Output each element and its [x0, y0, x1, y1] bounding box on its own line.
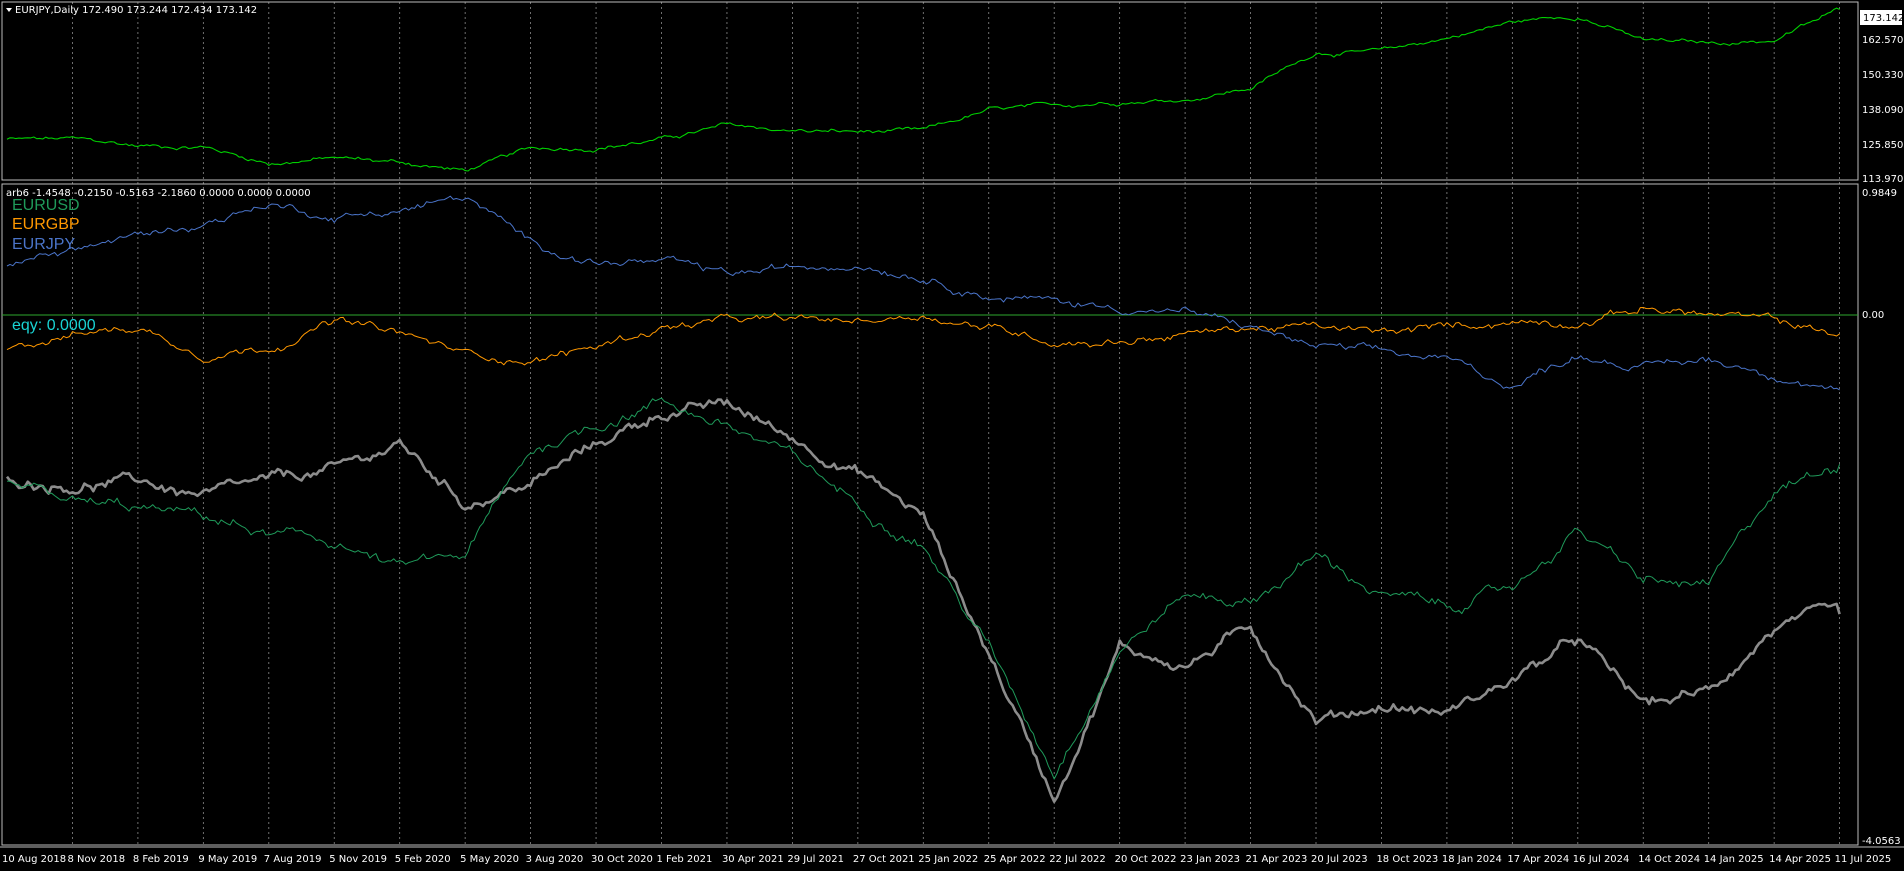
- legend-eurusd: EURUSD: [12, 197, 80, 214]
- price-scale-label: 150.330: [1862, 70, 1903, 81]
- time-axis-label: 20 Oct 2022: [1115, 854, 1177, 865]
- time-axis-label: 3 Aug 2020: [526, 854, 584, 865]
- time-axis-label: 8 Nov 2018: [67, 854, 125, 865]
- legend-eurjpy: EURJPY: [12, 236, 75, 253]
- time-axis-label: 29 Jul 2021: [787, 854, 844, 865]
- indicator-zero-label: 0.00: [1862, 310, 1884, 321]
- price-scale-label: 138.090: [1862, 105, 1903, 116]
- time-axis-label: 14 Apr 2025: [1769, 854, 1831, 865]
- time-axis-label: 27 Oct 2021: [853, 854, 915, 865]
- time-axis-label: 5 Nov 2019: [329, 854, 387, 865]
- time-axis-label: 25 Apr 2022: [984, 854, 1046, 865]
- time-axis-label: 7 Aug 2019: [264, 854, 322, 865]
- time-axis-label: 16 Jul 2024: [1573, 854, 1630, 865]
- legend-eurgbp: EURGBP: [12, 216, 80, 233]
- time-axis-label: 30 Apr 2021: [722, 854, 784, 865]
- time-axis-label: 20 Jul 2023: [1311, 854, 1368, 865]
- main-pane-header: EURJPY,Daily 172.490 173.244 172.434 173…: [15, 5, 257, 16]
- time-axis-label: 22 Jul 2022: [1049, 854, 1106, 865]
- time-axis-label: 5 May 2020: [460, 854, 519, 865]
- time-axis-label: 14 Oct 2024: [1638, 854, 1700, 865]
- indicator-scale-bottom: -4.0563: [1862, 836, 1901, 847]
- last-price-badge-text: 173.142: [1863, 13, 1904, 24]
- time-axis-label: 5 Feb 2020: [395, 854, 451, 865]
- time-axis-label: 21 Apr 2023: [1246, 854, 1308, 865]
- eqy-label: eqy: 0.0000: [12, 317, 96, 334]
- time-axis-label: 30 Oct 2020: [591, 854, 653, 865]
- chart-background: [0, 0, 1904, 871]
- time-axis-label: 18 Jan 2024: [1442, 854, 1502, 865]
- time-axis: 10 Aug 2018 8 Nov 2018 8 Feb 2019 9 May 201…: [2, 854, 1891, 865]
- price-scale-label: 162.570: [1862, 35, 1903, 46]
- time-axis-label: 9 May 2019: [198, 854, 257, 865]
- indicator-scale-top: 0.9849: [1862, 188, 1897, 199]
- chart-window[interactable]: EURJPY,Daily 172.490 173.244 172.434 173…: [0, 0, 1904, 871]
- time-axis-label: 14 Jan 2025: [1704, 854, 1764, 865]
- time-axis-label: 1 Feb 2021: [657, 854, 713, 865]
- time-axis-label: 11 Jul 2025: [1835, 854, 1892, 865]
- time-axis-label: 8 Feb 2019: [133, 854, 189, 865]
- time-axis-label: 10 Aug 2018: [2, 854, 66, 865]
- time-axis-label: 25 Jan 2022: [918, 854, 978, 865]
- time-axis-label: 23 Jan 2023: [1180, 854, 1240, 865]
- price-scale-label: 113.970: [1862, 174, 1903, 185]
- time-axis-label: 18 Oct 2023: [1376, 854, 1438, 865]
- price-scale-label: 125.850: [1862, 140, 1903, 151]
- time-axis-label: 17 Apr 2024: [1507, 854, 1569, 865]
